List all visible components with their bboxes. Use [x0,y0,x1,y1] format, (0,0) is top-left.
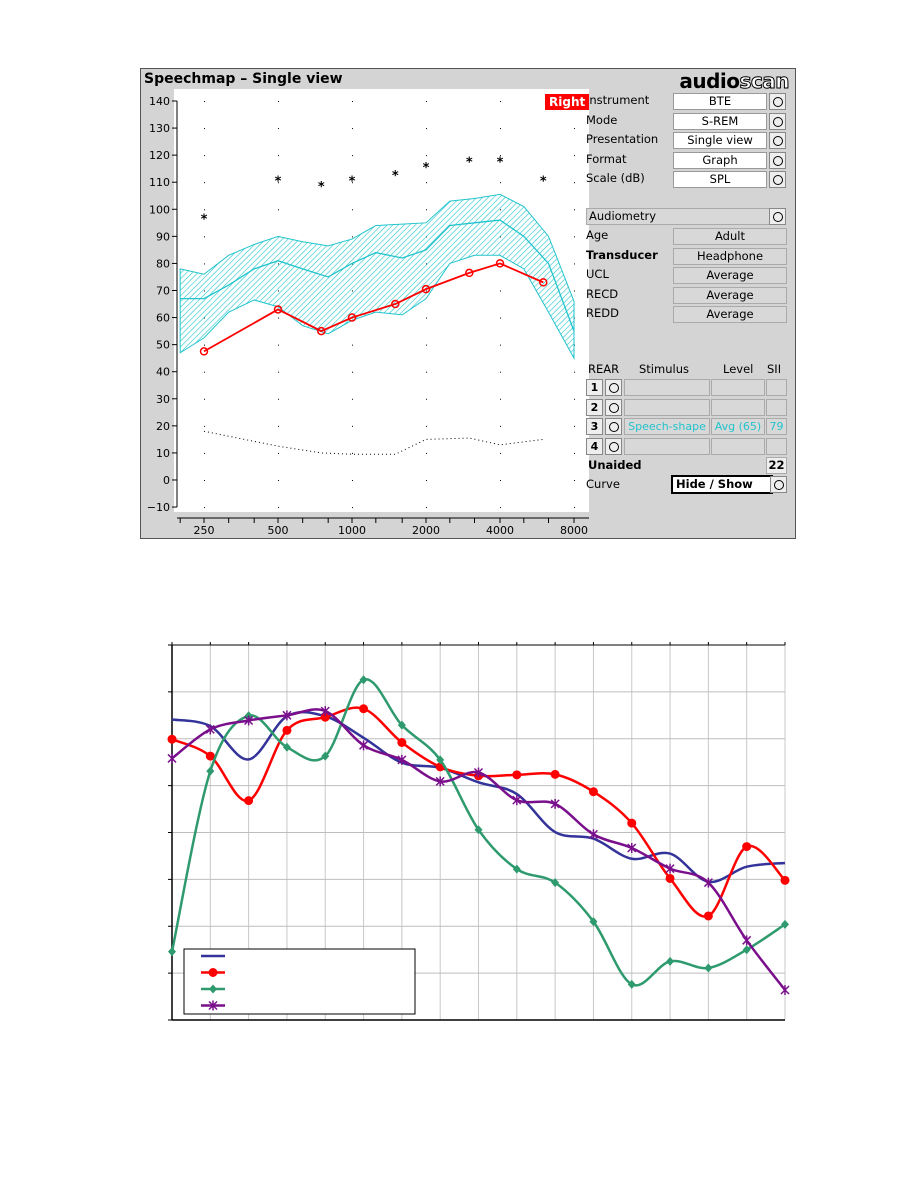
circle-marker [665,873,675,883]
circle-marker [359,704,369,714]
circle-marker [703,911,713,921]
star-marker [780,985,790,995]
star-marker [167,753,177,764]
diamond-marker [206,766,215,776]
circle-marker [780,875,790,885]
circle-marker [550,769,560,779]
diamond-marker [168,947,176,957]
circle-marker [282,725,292,735]
circle-marker [397,738,407,747]
circle-marker [512,770,522,780]
star-marker [742,935,752,946]
diamond-marker [666,956,675,966]
circle-marker [208,968,218,977]
star-marker [359,740,369,751]
comparison-chart [167,642,790,1021]
circle-marker [627,818,637,828]
ear-badge: Right [545,94,590,110]
diamond-marker [704,963,713,973]
diamond-marker [742,945,751,955]
circle-marker [588,787,598,797]
star-marker [588,829,598,840]
circle-marker [742,842,752,852]
circle-marker [167,734,177,744]
circle-marker [244,796,254,806]
